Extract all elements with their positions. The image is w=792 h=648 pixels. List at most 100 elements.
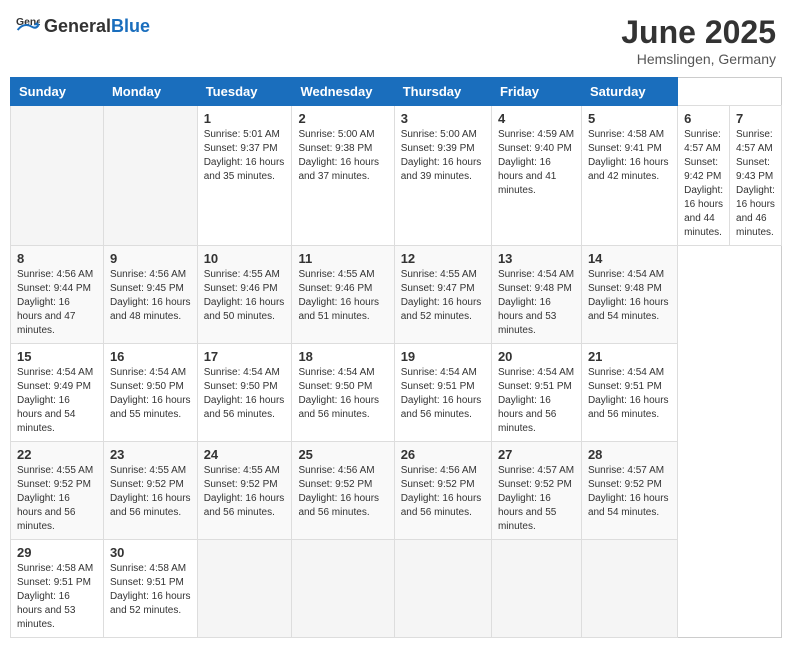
header-wednesday: Wednesday bbox=[292, 78, 394, 106]
calendar-cell bbox=[197, 540, 292, 638]
calendar-cell: 1 Sunrise: 5:01 AM Sunset: 9:37 PM Dayli… bbox=[197, 106, 292, 246]
calendar-cell: 6 Sunrise: 4:57 AM Sunset: 9:42 PM Dayli… bbox=[678, 106, 730, 246]
day-number: 7 bbox=[736, 111, 775, 126]
day-number: 25 bbox=[298, 447, 387, 462]
day-number: 8 bbox=[17, 251, 97, 266]
logo: General GeneralBlue bbox=[16, 14, 150, 38]
calendar-cell: 12 Sunrise: 4:55 AM Sunset: 9:47 PM Dayl… bbox=[394, 246, 491, 344]
calendar-cell bbox=[394, 540, 491, 638]
weekday-header-row: SundayMondayTuesdayWednesdayThursdayFrid… bbox=[11, 78, 782, 106]
month-year-title: June 2025 bbox=[621, 14, 776, 51]
day-info: Sunrise: 5:00 AM Sunset: 9:38 PM Dayligh… bbox=[298, 128, 387, 184]
calendar-cell: 9 Sunrise: 4:56 AM Sunset: 9:45 PM Dayli… bbox=[103, 246, 197, 344]
day-info: Sunrise: 4:55 AM Sunset: 9:47 PM Dayligh… bbox=[401, 268, 485, 324]
day-info: Sunrise: 4:55 AM Sunset: 9:46 PM Dayligh… bbox=[298, 268, 387, 324]
week-row-5: 29 Sunrise: 4:58 AM Sunset: 9:51 PM Dayl… bbox=[11, 540, 782, 638]
day-info: Sunrise: 4:54 AM Sunset: 9:50 PM Dayligh… bbox=[298, 366, 387, 422]
calendar-cell: 17 Sunrise: 4:54 AM Sunset: 9:50 PM Dayl… bbox=[197, 344, 292, 442]
day-info: Sunrise: 4:57 AM Sunset: 9:43 PM Dayligh… bbox=[736, 128, 775, 240]
day-info: Sunrise: 4:54 AM Sunset: 9:51 PM Dayligh… bbox=[401, 366, 485, 422]
day-number: 13 bbox=[498, 251, 575, 266]
logo-general-text: General bbox=[44, 16, 111, 36]
day-info: Sunrise: 4:54 AM Sunset: 9:50 PM Dayligh… bbox=[204, 366, 286, 422]
calendar-cell: 20 Sunrise: 4:54 AM Sunset: 9:51 PM Dayl… bbox=[491, 344, 581, 442]
day-info: Sunrise: 4:56 AM Sunset: 9:45 PM Dayligh… bbox=[110, 268, 191, 324]
header-monday: Monday bbox=[103, 78, 197, 106]
day-info: Sunrise: 4:54 AM Sunset: 9:48 PM Dayligh… bbox=[588, 268, 671, 324]
day-info: Sunrise: 4:54 AM Sunset: 9:51 PM Dayligh… bbox=[588, 366, 671, 422]
logo-blue-text: Blue bbox=[111, 16, 150, 36]
day-info: Sunrise: 4:54 AM Sunset: 9:51 PM Dayligh… bbox=[498, 366, 575, 436]
day-number: 12 bbox=[401, 251, 485, 266]
day-number: 2 bbox=[298, 111, 387, 126]
day-number: 11 bbox=[298, 251, 387, 266]
calendar-cell: 11 Sunrise: 4:55 AM Sunset: 9:46 PM Dayl… bbox=[292, 246, 394, 344]
calendar-cell bbox=[491, 540, 581, 638]
week-row-4: 22 Sunrise: 4:55 AM Sunset: 9:52 PM Dayl… bbox=[11, 442, 782, 540]
day-info: Sunrise: 4:55 AM Sunset: 9:52 PM Dayligh… bbox=[110, 464, 191, 520]
day-info: Sunrise: 4:56 AM Sunset: 9:52 PM Dayligh… bbox=[298, 464, 387, 520]
calendar-cell: 5 Sunrise: 4:58 AM Sunset: 9:41 PM Dayli… bbox=[581, 106, 677, 246]
day-info: Sunrise: 4:59 AM Sunset: 9:40 PM Dayligh… bbox=[498, 128, 575, 198]
calendar-cell: 27 Sunrise: 4:57 AM Sunset: 9:52 PM Dayl… bbox=[491, 442, 581, 540]
calendar-cell: 10 Sunrise: 4:55 AM Sunset: 9:46 PM Dayl… bbox=[197, 246, 292, 344]
day-info: Sunrise: 4:58 AM Sunset: 9:41 PM Dayligh… bbox=[588, 128, 671, 184]
calendar-cell bbox=[103, 106, 197, 246]
calendar-cell: 2 Sunrise: 5:00 AM Sunset: 9:38 PM Dayli… bbox=[292, 106, 394, 246]
day-number: 18 bbox=[298, 349, 387, 364]
day-info: Sunrise: 4:58 AM Sunset: 9:51 PM Dayligh… bbox=[17, 562, 97, 632]
calendar-cell bbox=[11, 106, 104, 246]
header-saturday: Saturday bbox=[581, 78, 677, 106]
day-info: Sunrise: 4:58 AM Sunset: 9:51 PM Dayligh… bbox=[110, 562, 191, 618]
day-number: 22 bbox=[17, 447, 97, 462]
day-info: Sunrise: 5:01 AM Sunset: 9:37 PM Dayligh… bbox=[204, 128, 286, 184]
day-number: 10 bbox=[204, 251, 286, 266]
calendar-cell: 16 Sunrise: 4:54 AM Sunset: 9:50 PM Dayl… bbox=[103, 344, 197, 442]
day-number: 20 bbox=[498, 349, 575, 364]
week-row-2: 8 Sunrise: 4:56 AM Sunset: 9:44 PM Dayli… bbox=[11, 246, 782, 344]
calendar-cell: 3 Sunrise: 5:00 AM Sunset: 9:39 PM Dayli… bbox=[394, 106, 491, 246]
location-subtitle: Hemslingen, Germany bbox=[621, 51, 776, 67]
day-number: 21 bbox=[588, 349, 671, 364]
calendar-cell: 30 Sunrise: 4:58 AM Sunset: 9:51 PM Dayl… bbox=[103, 540, 197, 638]
calendar-cell: 21 Sunrise: 4:54 AM Sunset: 9:51 PM Dayl… bbox=[581, 344, 677, 442]
header-friday: Friday bbox=[491, 78, 581, 106]
logo-wordmark: GeneralBlue bbox=[44, 16, 150, 37]
calendar-cell: 15 Sunrise: 4:54 AM Sunset: 9:49 PM Dayl… bbox=[11, 344, 104, 442]
calendar-cell: 7 Sunrise: 4:57 AM Sunset: 9:43 PM Dayli… bbox=[730, 106, 782, 246]
day-info: Sunrise: 4:55 AM Sunset: 9:52 PM Dayligh… bbox=[17, 464, 97, 534]
header-tuesday: Tuesday bbox=[197, 78, 292, 106]
calendar-cell: 22 Sunrise: 4:55 AM Sunset: 9:52 PM Dayl… bbox=[11, 442, 104, 540]
calendar-cell: 23 Sunrise: 4:55 AM Sunset: 9:52 PM Dayl… bbox=[103, 442, 197, 540]
day-number: 30 bbox=[110, 545, 191, 560]
calendar-cell: 8 Sunrise: 4:56 AM Sunset: 9:44 PM Dayli… bbox=[11, 246, 104, 344]
week-row-3: 15 Sunrise: 4:54 AM Sunset: 9:49 PM Dayl… bbox=[11, 344, 782, 442]
calendar-cell: 26 Sunrise: 4:56 AM Sunset: 9:52 PM Dayl… bbox=[394, 442, 491, 540]
calendar-cell: 19 Sunrise: 4:54 AM Sunset: 9:51 PM Dayl… bbox=[394, 344, 491, 442]
day-info: Sunrise: 4:54 AM Sunset: 9:50 PM Dayligh… bbox=[110, 366, 191, 422]
day-info: Sunrise: 4:56 AM Sunset: 9:44 PM Dayligh… bbox=[17, 268, 97, 338]
day-info: Sunrise: 4:56 AM Sunset: 9:52 PM Dayligh… bbox=[401, 464, 485, 520]
day-number: 6 bbox=[684, 111, 723, 126]
day-number: 29 bbox=[17, 545, 97, 560]
header-sunday: Sunday bbox=[11, 78, 104, 106]
calendar-cell: 4 Sunrise: 4:59 AM Sunset: 9:40 PM Dayli… bbox=[491, 106, 581, 246]
day-info: Sunrise: 4:57 AM Sunset: 9:52 PM Dayligh… bbox=[588, 464, 671, 520]
day-info: Sunrise: 4:54 AM Sunset: 9:49 PM Dayligh… bbox=[17, 366, 97, 436]
day-info: Sunrise: 5:00 AM Sunset: 9:39 PM Dayligh… bbox=[401, 128, 485, 184]
calendar-cell: 25 Sunrise: 4:56 AM Sunset: 9:52 PM Dayl… bbox=[292, 442, 394, 540]
calendar-cell: 18 Sunrise: 4:54 AM Sunset: 9:50 PM Dayl… bbox=[292, 344, 394, 442]
calendar-cell bbox=[581, 540, 677, 638]
day-number: 14 bbox=[588, 251, 671, 266]
title-area: June 2025 Hemslingen, Germany bbox=[621, 14, 776, 67]
calendar-cell: 24 Sunrise: 4:55 AM Sunset: 9:52 PM Dayl… bbox=[197, 442, 292, 540]
day-number: 5 bbox=[588, 111, 671, 126]
calendar-cell: 14 Sunrise: 4:54 AM Sunset: 9:48 PM Dayl… bbox=[581, 246, 677, 344]
day-number: 1 bbox=[204, 111, 286, 126]
day-number: 4 bbox=[498, 111, 575, 126]
day-number: 15 bbox=[17, 349, 97, 364]
week-row-1: 1 Sunrise: 5:01 AM Sunset: 9:37 PM Dayli… bbox=[11, 106, 782, 246]
day-number: 9 bbox=[110, 251, 191, 266]
day-number: 16 bbox=[110, 349, 191, 364]
day-number: 24 bbox=[204, 447, 286, 462]
